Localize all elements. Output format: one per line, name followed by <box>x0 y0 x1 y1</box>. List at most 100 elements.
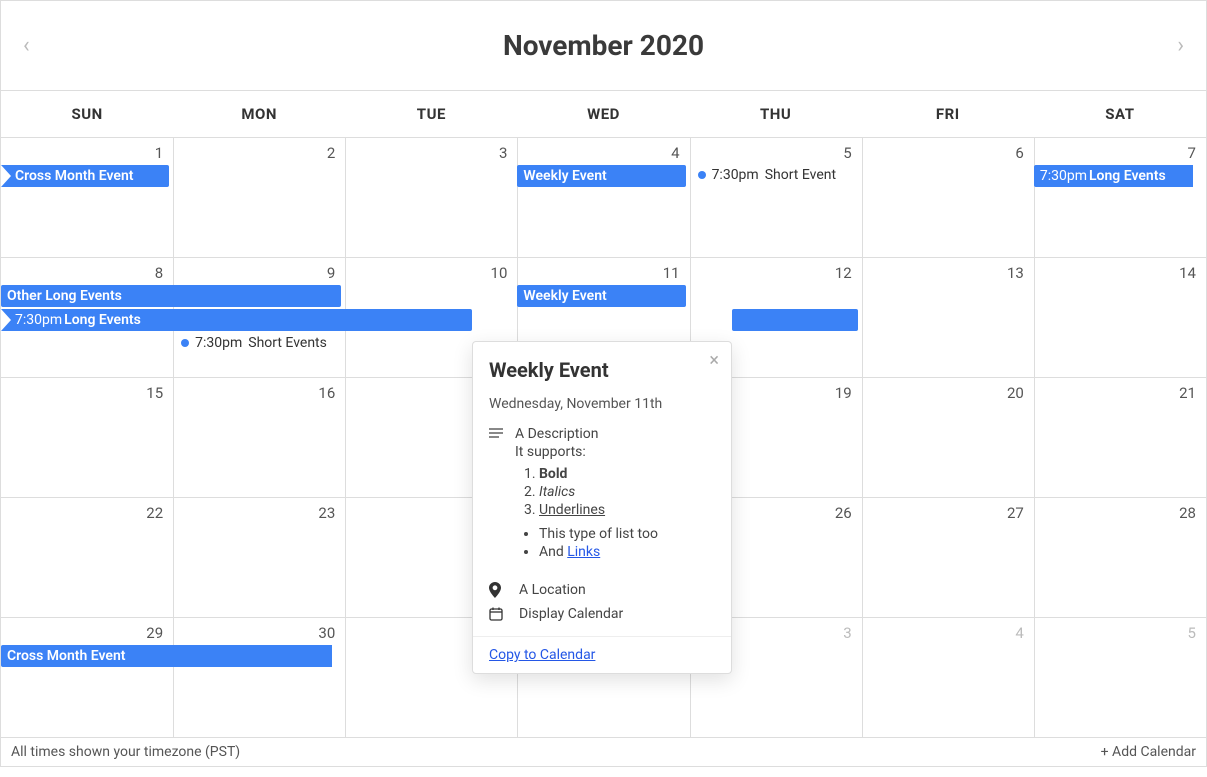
prev-month-button[interactable]: ‹ <box>19 33 34 58</box>
day-cell[interactable]: 7 <box>1034 137 1206 257</box>
day-cell[interactable]: 16 <box>173 377 345 497</box>
day-cell[interactable]: 4 <box>517 137 689 257</box>
event-label: Short Events <box>248 335 327 351</box>
day-of-week-header: TUE <box>345 91 517 137</box>
day-cell[interactable]: 29 <box>1 617 173 737</box>
popover-list-item: And Links <box>539 544 715 560</box>
day-cell[interactable]: 6 <box>862 137 1034 257</box>
day-number: 15 <box>146 384 163 402</box>
day-of-week-header: SAT <box>1034 91 1206 137</box>
day-number: 5 <box>1188 624 1196 642</box>
event-time: 7:30pm <box>1040 168 1087 184</box>
event-label: Weekly Event <box>523 168 606 184</box>
popover-list-item: Bold <box>539 466 715 482</box>
day-of-week-header: MON <box>173 91 345 137</box>
day-cell[interactable]: 3 <box>345 137 517 257</box>
description-icon <box>489 428 505 440</box>
event-dot-icon <box>181 339 189 347</box>
event-label: Short Event <box>765 167 836 183</box>
next-month-button[interactable]: › <box>1173 33 1188 58</box>
day-number: 29 <box>146 624 163 642</box>
popover-calendar-row: Display Calendar <box>489 602 715 626</box>
day-number: 11 <box>663 264 680 282</box>
event-time: 7:30pm <box>712 167 759 183</box>
day-cell[interactable]: 20 <box>862 377 1034 497</box>
event-bar[interactable]: 7:30pmLong Events <box>1034 165 1193 187</box>
event-label: Long Events <box>64 312 141 328</box>
close-icon[interactable]: × <box>709 352 719 370</box>
add-calendar-button[interactable]: + Add Calendar <box>1101 744 1196 760</box>
popover-link[interactable]: Links <box>567 544 600 560</box>
day-cell[interactable]: 5 <box>1034 617 1206 737</box>
calendar-month-view: ‹ November 2020 › SUNMONTUEWEDTHUFRISAT … <box>0 0 1207 767</box>
day-of-week-header: WED <box>517 91 689 137</box>
popover-location: A Location <box>519 582 586 598</box>
timezone-label: All times shown your timezone (PST) <box>11 744 240 760</box>
day-number: 4 <box>1015 624 1023 642</box>
day-cell[interactable]: 28 <box>1034 497 1206 617</box>
day-number: 6 <box>1015 144 1023 162</box>
event-time: 7:30pm <box>195 335 242 351</box>
day-number: 10 <box>491 264 508 282</box>
day-number: 21 <box>1179 384 1196 402</box>
popover-calendar-name: Display Calendar <box>519 606 623 622</box>
popover-desc-line: A Description <box>515 426 715 442</box>
popover-list-item: Underlines <box>539 502 715 518</box>
day-number: 9 <box>327 264 335 282</box>
popover-location-row: A Location <box>489 578 715 602</box>
day-number: 20 <box>1007 384 1024 402</box>
day-number: 4 <box>671 144 679 162</box>
day-cell[interactable]: 4 <box>862 617 1034 737</box>
day-of-week-header: THU <box>690 91 862 137</box>
event-dot-icon <box>698 171 706 179</box>
day-number: 30 <box>318 624 335 642</box>
day-of-week-row: SUNMONTUEWEDTHUFRISAT <box>1 91 1206 137</box>
event-bar[interactable]: Other Long Events <box>1 285 341 307</box>
event-label: Cross Month Event <box>7 648 126 664</box>
day-cell[interactable]: 5 <box>690 137 862 257</box>
popover-desc-line: It supports: <box>515 444 715 460</box>
calendar-title: November 2020 <box>503 29 704 62</box>
day-number: 27 <box>1007 504 1024 522</box>
calendar-footer: All times shown your timezone (PST) + Ad… <box>1 737 1206 766</box>
day-of-week-header: FRI <box>862 91 1034 137</box>
event-bar[interactable]: Weekly Event <box>517 285 685 307</box>
day-number: 16 <box>318 384 335 402</box>
day-number: 5 <box>843 144 851 162</box>
event-bar[interactable]: Weekly Event <box>517 165 685 187</box>
event-bar-continuation[interactable] <box>732 309 858 331</box>
event-label: Weekly Event <box>523 288 606 304</box>
day-cell[interactable]: 30 <box>173 617 345 737</box>
day-cell[interactable]: 14 <box>1034 257 1206 377</box>
day-cell[interactable]: 23 <box>173 497 345 617</box>
event-bar[interactable]: 7:30pmLong Events <box>1 309 472 331</box>
day-cell[interactable]: 1 <box>1 137 173 257</box>
popover-title: Weekly Event <box>489 358 715 382</box>
location-icon <box>489 582 505 598</box>
event-time: 7:30pm <box>15 312 62 328</box>
event-dot[interactable]: 7:30pm Short Event <box>698 167 837 183</box>
day-number: 14 <box>1179 264 1196 282</box>
event-bar[interactable]: Cross Month Event <box>1 165 169 187</box>
day-cell[interactable]: 21 <box>1034 377 1206 497</box>
day-number: 22 <box>146 504 163 522</box>
day-cell[interactable]: 15 <box>1 377 173 497</box>
event-label: Long Events <box>1089 168 1166 184</box>
event-dot[interactable]: 7:30pm Short Events <box>181 335 327 351</box>
day-cell[interactable]: 13 <box>862 257 1034 377</box>
day-number: 2 <box>327 144 335 162</box>
day-number: 23 <box>318 504 335 522</box>
day-number: 26 <box>835 504 852 522</box>
event-popover: × Weekly Event Wednesday, November 11th … <box>472 341 732 674</box>
event-bar[interactable]: Cross Month Event <box>1 645 332 667</box>
day-cell[interactable]: 27 <box>862 497 1034 617</box>
day-cell[interactable]: 2 <box>173 137 345 257</box>
calendar-week-row: 1234567Cross Month EventWeekly Event7:30… <box>1 137 1206 257</box>
calendar-icon <box>489 607 505 621</box>
day-of-week-header: SUN <box>1 91 173 137</box>
day-number: 19 <box>835 384 852 402</box>
day-cell[interactable]: 22 <box>1 497 173 617</box>
copy-to-calendar-link[interactable]: Copy to Calendar <box>473 636 731 673</box>
day-number: 13 <box>1007 264 1024 282</box>
popover-list-item: This type of list too <box>539 526 715 542</box>
